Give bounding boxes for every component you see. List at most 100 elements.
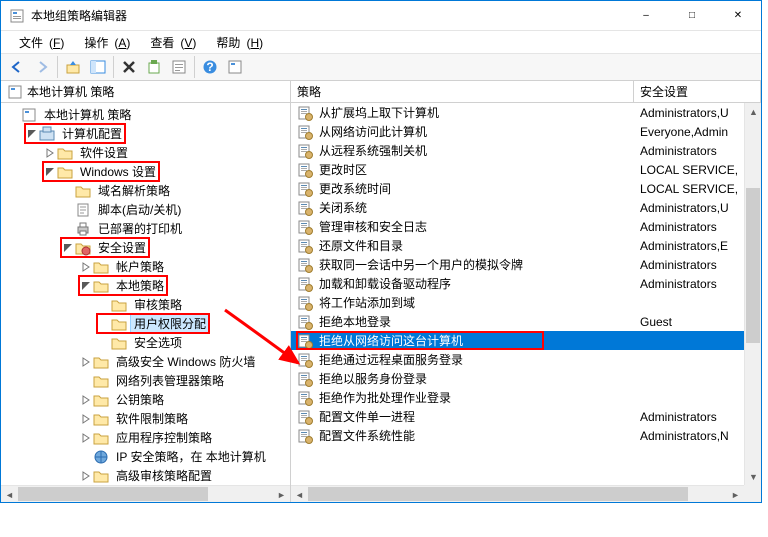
properties-button[interactable]: [167, 55, 191, 79]
expand-icon[interactable]: [79, 393, 93, 407]
tree-node[interactable]: 高级审核策略配置: [1, 466, 290, 485]
menu-view[interactable]: 查看(V): [138, 32, 202, 53]
policy-row[interactable]: 拒绝从网络访问这台计算机: [291, 331, 761, 350]
policy-row[interactable]: 管理审核和安全日志Administrators: [291, 217, 761, 236]
tree-column-header[interactable]: 本地计算机 策略: [1, 81, 290, 103]
delete-button[interactable]: [117, 55, 141, 79]
tree-node[interactable]: 本地计算机 策略: [1, 105, 290, 124]
folder-icon: [93, 468, 109, 484]
policy-row[interactable]: 更改系统时间LOCAL SERVICE,: [291, 179, 761, 198]
close-button[interactable]: ✕: [715, 1, 761, 31]
tree-node[interactable]: 软件设置: [1, 143, 290, 162]
tree-node[interactable]: 已部署的打印机: [1, 219, 290, 238]
collapse-icon[interactable]: [25, 127, 39, 141]
tree-node-label: 安全设置: [95, 238, 149, 257]
tree-node-label: 已部署的打印机: [95, 219, 185, 238]
tree-node[interactable]: 域名解析策略: [1, 181, 290, 200]
twisty-none: [61, 222, 75, 236]
tree-node[interactable]: 网络列表管理器策略: [1, 371, 290, 390]
content-area: 本地计算机 策略 本地计算机 策略计算机配置软件设置Windows 设置域名解析…: [1, 81, 761, 502]
policy-icon: [297, 276, 313, 292]
tree-view[interactable]: 本地计算机 策略计算机配置软件设置Windows 设置域名解析策略脚本(启动/关…: [1, 103, 290, 502]
policy-row[interactable]: 拒绝以服务身份登录: [291, 369, 761, 388]
collapse-icon[interactable]: [43, 165, 57, 179]
tree-node[interactable]: 用户权限分配: [1, 314, 290, 333]
expand-icon[interactable]: [79, 469, 93, 483]
tree-node[interactable]: 审核策略: [1, 295, 290, 314]
policy-row[interactable]: 拒绝通过远程桌面服务登录: [291, 350, 761, 369]
show-hide-tree-button[interactable]: [86, 55, 110, 79]
help-button[interactable]: ?: [198, 55, 222, 79]
tree-node[interactable]: 高级安全 Windows 防火墙: [1, 352, 290, 371]
policy-name: 配置文件单一进程: [319, 408, 415, 425]
policy-row[interactable]: 拒绝本地登录Guest: [291, 312, 761, 331]
tree-node[interactable]: 计算机配置: [1, 124, 290, 143]
expand-icon[interactable]: [79, 260, 93, 274]
tree-node[interactable]: 安全设置: [1, 238, 290, 257]
tree-node[interactable]: 公钥策略: [1, 390, 290, 409]
policy-row[interactable]: 加载和卸载设备驱动程序Administrators: [291, 274, 761, 293]
expand-icon[interactable]: [43, 146, 57, 160]
tree-hscroll-thumb[interactable]: [18, 487, 208, 501]
root-icon: [21, 107, 37, 123]
list-vscroll-thumb[interactable]: [746, 188, 760, 343]
tree-node[interactable]: 帐户策略: [1, 257, 290, 276]
expand-icon[interactable]: [79, 412, 93, 426]
list-hscrollbar[interactable]: ◄ ►: [291, 485, 744, 502]
titlebar[interactable]: 本地组策略编辑器 – □ ✕: [1, 1, 761, 31]
export-button[interactable]: [142, 55, 166, 79]
col-policy[interactable]: 策略: [291, 81, 634, 102]
policy-row[interactable]: 拒绝作为批处理作业登录: [291, 388, 761, 407]
collapse-icon[interactable]: [79, 279, 93, 293]
policy-row[interactable]: 从扩展坞上取下计算机Administrators,U: [291, 103, 761, 122]
policy-icon: [297, 314, 313, 330]
scroll-left-button[interactable]: ◄: [1, 486, 18, 503]
policy-row[interactable]: 关闭系统Administrators,U: [291, 198, 761, 217]
security-setting: Administrators,U: [634, 201, 761, 215]
tree-node[interactable]: 本地策略: [1, 276, 290, 295]
scroll-right-button[interactable]: ►: [727, 486, 744, 503]
col-security[interactable]: 安全设置: [634, 81, 761, 102]
policy-row[interactable]: 还原文件和目录Administrators,E: [291, 236, 761, 255]
tree-node[interactable]: 安全选项: [1, 333, 290, 352]
twisty-none: [7, 108, 21, 122]
tree-node[interactable]: 软件限制策略: [1, 409, 290, 428]
tree-node-label: 脚本(启动/关机): [95, 200, 184, 219]
tree-node-label: 软件限制策略: [113, 409, 191, 428]
tree-node[interactable]: IP 安全策略，在 本地计算机: [1, 447, 290, 466]
maximize-button[interactable]: □: [669, 1, 715, 31]
menu-help[interactable]: 帮助(H): [204, 32, 269, 53]
expand-icon[interactable]: [79, 355, 93, 369]
up-button[interactable]: [61, 55, 85, 79]
policy-row[interactable]: 从远程系统强制关机Administrators: [291, 141, 761, 160]
tree-hscrollbar[interactable]: ◄ ►: [1, 485, 290, 502]
policy-icon: [297, 257, 313, 273]
policy-row[interactable]: 更改时区LOCAL SERVICE,: [291, 160, 761, 179]
forward-button[interactable]: [30, 55, 54, 79]
policy-row[interactable]: 配置文件单一进程Administrators: [291, 407, 761, 426]
back-button[interactable]: [5, 55, 29, 79]
scroll-up-button[interactable]: ▲: [745, 103, 762, 120]
refresh-button[interactable]: [223, 55, 247, 79]
scroll-right-button[interactable]: ►: [273, 486, 290, 503]
tree-node[interactable]: 应用程序控制策略: [1, 428, 290, 447]
collapse-icon[interactable]: [61, 241, 75, 255]
policy-row[interactable]: 将工作站添加到域: [291, 293, 761, 312]
expand-icon[interactable]: [79, 431, 93, 445]
scroll-down-button[interactable]: ▼: [745, 468, 762, 485]
policy-row[interactable]: 从网络访问此计算机Everyone,Admin: [291, 122, 761, 141]
policy-icon: [297, 428, 313, 444]
list-view[interactable]: 从扩展坞上取下计算机Administrators,U从网络访问此计算机Every…: [291, 103, 761, 502]
policy-row[interactable]: 配置文件系统性能Administrators,N: [291, 426, 761, 445]
twisty-none: [79, 450, 93, 464]
tree-node[interactable]: Windows 设置: [1, 162, 290, 181]
menu-action[interactable]: 操作(A): [72, 32, 136, 53]
list-vscrollbar[interactable]: ▲ ▼: [744, 103, 761, 485]
policy-name: 拒绝以服务身份登录: [319, 370, 427, 387]
minimize-button[interactable]: –: [623, 1, 669, 31]
menu-file[interactable]: 文件(F): [7, 32, 70, 53]
list-hscroll-thumb[interactable]: [308, 487, 688, 501]
tree-node[interactable]: 脚本(启动/关机): [1, 200, 290, 219]
scroll-left-button[interactable]: ◄: [291, 486, 308, 503]
policy-row[interactable]: 获取同一会话中另一个用户的模拟令牌Administrators: [291, 255, 761, 274]
